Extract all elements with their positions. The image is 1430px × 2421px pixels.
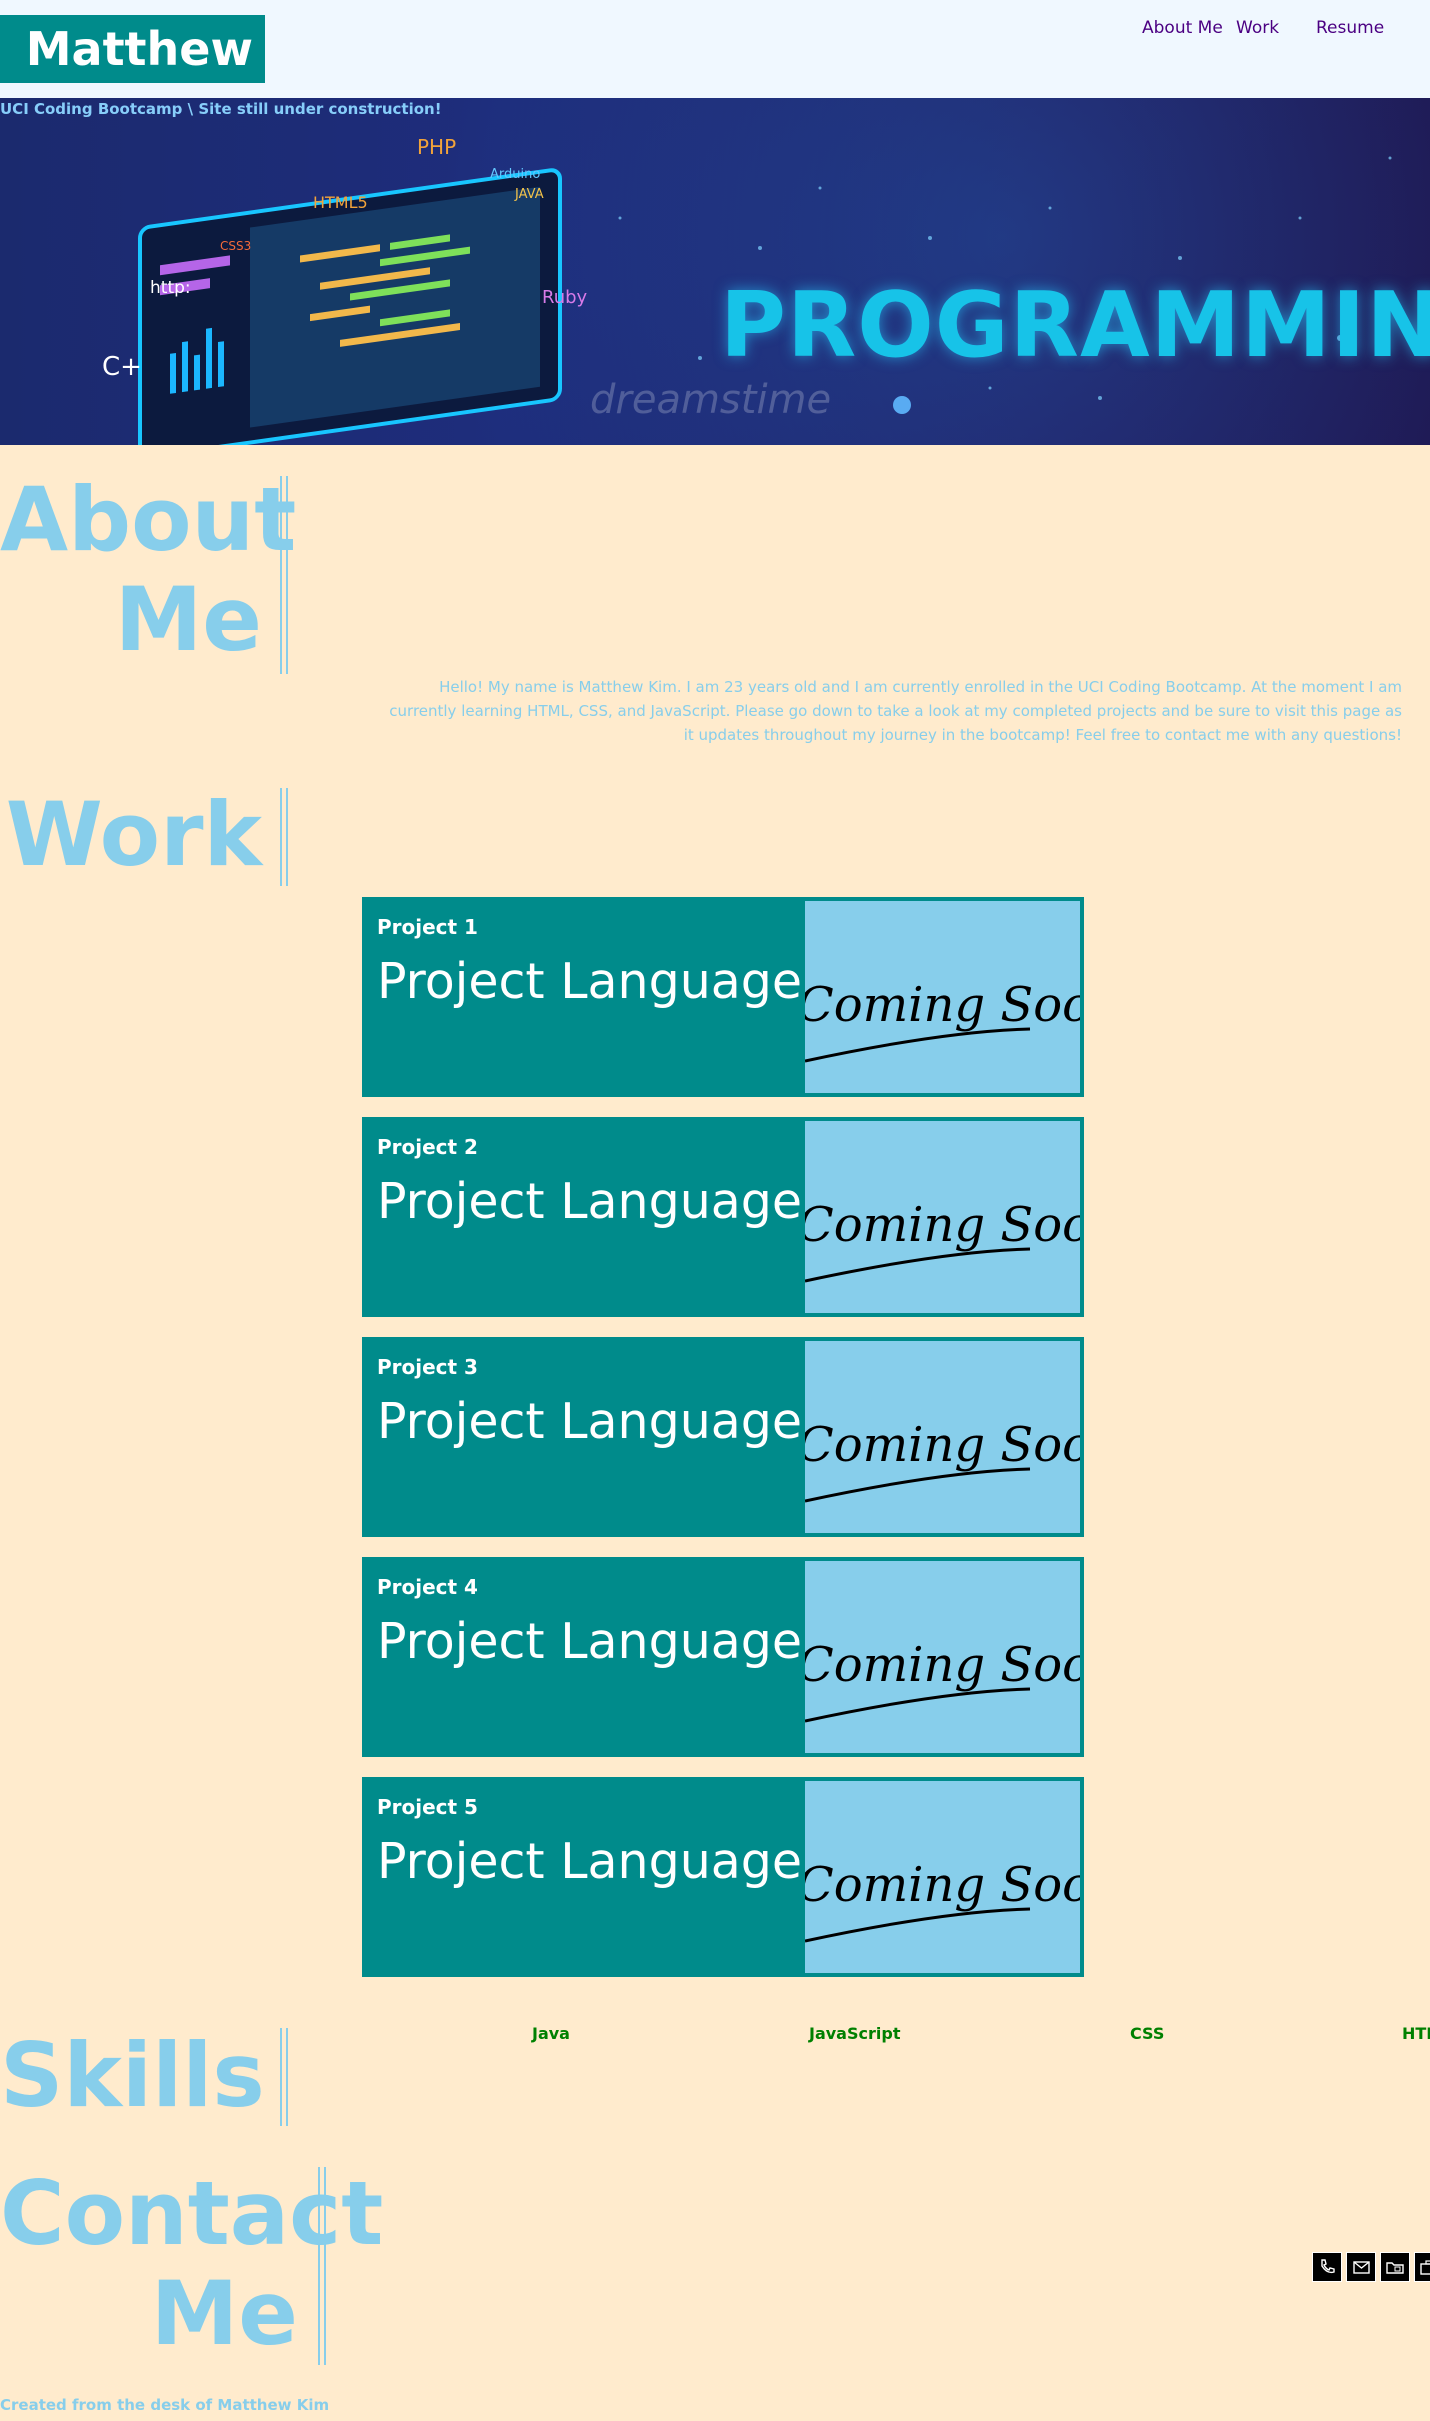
project-language: Project Language [377, 1613, 803, 1670]
svg-text:dreamstime: dreamstime [590, 377, 831, 423]
project-card-1[interactable]: Project 1 Project Language Coming Soon! [362, 897, 1084, 1097]
briefcase-icon[interactable] [1414, 2252, 1430, 2282]
skill-css[interactable]: CSS [1130, 2024, 1164, 2043]
brand-name[interactable]: Matthew [0, 15, 265, 83]
about-divider [280, 476, 288, 674]
project-language: Project Language [377, 1393, 803, 1450]
tag-php: PHP [417, 135, 456, 159]
svg-text:Ruby: Ruby [542, 287, 588, 308]
project-label: Project 2 [377, 1135, 478, 1159]
coming-soon-image: Coming Soon! [805, 1781, 1080, 1973]
coming-soon-image: Coming Soon! [805, 1341, 1080, 1533]
project-language: Project Language [377, 953, 803, 1010]
svg-text:Coming Soon!: Coming Soon! [805, 1857, 1080, 1913]
hero-headline: PROGRAMMING [720, 273, 1430, 378]
project-language: Project Language [377, 1173, 803, 1230]
footer-credit: Created from the desk of Matthew Kim [0, 2396, 330, 2414]
email-icon[interactable] [1346, 2252, 1376, 2282]
about-title-line2: Me [114, 568, 262, 671]
about-title-line1: About [0, 468, 297, 571]
svg-text:Coming Soon!: Coming Soon! [805, 1417, 1080, 1473]
project-card-2[interactable]: Project 2 Project Language Coming Soon! [362, 1117, 1084, 1317]
project-label: Project 3 [377, 1355, 478, 1379]
skill-java[interactable]: Java [532, 2024, 570, 2043]
coming-soon-image: Coming Soon! [805, 1561, 1080, 1753]
svg-text:CSS3: CSS3 [220, 239, 251, 253]
contact-title-line2: Me [150, 2262, 298, 2365]
contact-title-line1: Contact [0, 2162, 384, 2265]
header-bar: Matthew About Me Work Resume [0, 0, 1430, 98]
svg-text:Coming Soon!: Coming Soon! [805, 1197, 1080, 1253]
work-divider [280, 788, 288, 886]
project-card-4[interactable]: Project 4 Project Language Coming Soon! [362, 1557, 1084, 1757]
skill-html[interactable]: HTML [1402, 2024, 1430, 2043]
svg-text:Arduino: Arduino [490, 167, 540, 182]
project-label: Project 5 [377, 1795, 478, 1819]
svg-text:Coming Soon!: Coming Soon! [805, 977, 1080, 1033]
project-label: Project 4 [377, 1575, 478, 1599]
svg-text:JAVA: JAVA [514, 187, 544, 202]
svg-text:HTML5: HTML5 [313, 193, 368, 212]
project-card-5[interactable]: Project 5 Project Language Coming Soon! [362, 1777, 1084, 1977]
contact-title: Contact Me [0, 2162, 384, 2365]
hero-caption: UCI Coding Bootcamp \ Site still under c… [0, 100, 442, 118]
coming-soon-image: Coming Soon! [805, 1121, 1080, 1313]
hero-illustration: PHP HTML5 CSS3 Arduino JAVA Ruby http: C… [102, 135, 1392, 445]
skills-divider [280, 2028, 288, 2126]
svg-text:C+: C+ [102, 352, 142, 382]
folder-icon[interactable] [1380, 2252, 1410, 2282]
contact-divider [318, 2167, 326, 2365]
skills-title: Skills [0, 2024, 265, 2127]
about-title: About Me [0, 468, 297, 671]
project-card-3[interactable]: Project 3 Project Language Coming Soon! [362, 1337, 1084, 1537]
about-paragraph: Hello! My name is Matthew Kim. I am 23 y… [389, 678, 1402, 744]
phone-icon[interactable] [1312, 2252, 1342, 2282]
project-language: Project Language [377, 1833, 803, 1890]
hero-banner: PHP HTML5 CSS3 Arduino JAVA Ruby http: C… [0, 98, 1430, 445]
work-title: Work [5, 783, 262, 886]
skill-javascript[interactable]: JavaScript [809, 2024, 900, 2043]
svg-text:Coming Soon!: Coming Soon! [805, 1637, 1080, 1693]
nav-resume[interactable]: Resume [1316, 18, 1384, 38]
project-label: Project 1 [377, 915, 478, 939]
nav-about-me[interactable]: About Me [1142, 18, 1223, 38]
svg-text:http:: http: [150, 278, 191, 298]
coming-soon-image: Coming Soon! [805, 901, 1080, 1093]
nav-work[interactable]: Work [1236, 18, 1279, 38]
